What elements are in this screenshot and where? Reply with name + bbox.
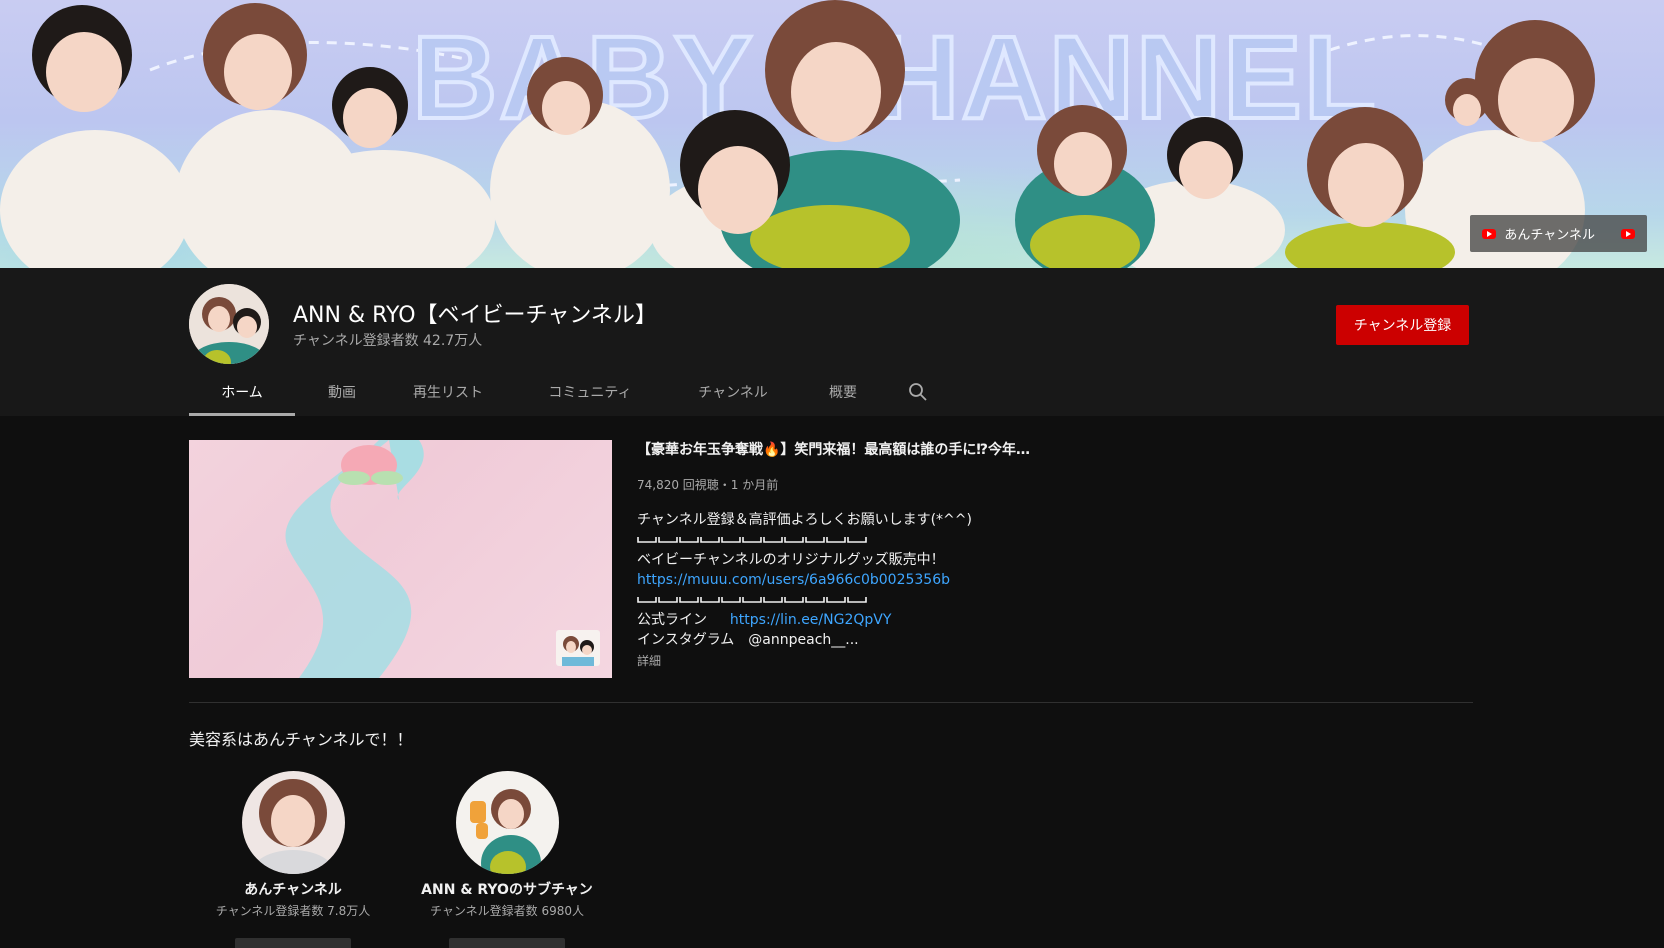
description-divider: [637, 530, 1437, 550]
thumbnail-artwork: [285, 440, 424, 678]
show-more-link[interactable]: 詳細: [637, 652, 1437, 670]
featured-channel-card[interactable]: ANN & RYOのサブチャン チャンネル登録者数 6980人: [400, 771, 614, 948]
channel-header: ANN & RYO【ベイビーチャンネル】 チャンネル登録者数 42.7万人 チャ…: [0, 268, 1664, 416]
featured-channel-avatar[interactable]: [241, 771, 345, 874]
search-icon: [909, 383, 927, 401]
channel-avatar-image: [189, 284, 269, 364]
featured-video-thumbnail[interactable]: [189, 440, 612, 678]
youtube-icon: [1482, 228, 1497, 239]
featured-channel-card[interactable]: あんチャンネル チャンネル登録者数 7.8万人: [186, 771, 400, 948]
youtube-icon: [1621, 228, 1635, 239]
tab-community[interactable]: コミュニティ: [507, 368, 673, 416]
description-line-instagram: インスタグラム @annpeach__...: [637, 632, 859, 648]
banner-chip-label: あんチャンネル: [1504, 228, 1595, 243]
merch-link[interactable]: https://muuu.com/users/6a966c0b0025356b: [637, 572, 950, 588]
channel-banner: BABY CHANNEL: [0, 0, 1664, 268]
featured-channel-subscribe-button[interactable]: [449, 938, 565, 948]
featured-channel-name[interactable]: あんチャンネル: [186, 880, 400, 900]
subscribe-button[interactable]: チャンネル登録: [1336, 305, 1469, 345]
description-line: チャンネル登録＆高評価よろしくお願いします(*^^): [637, 512, 972, 528]
featured-channel-subs: チャンネル登録者数 6980人: [430, 904, 584, 918]
channel-avatar-image: [455, 771, 559, 874]
channel-avatar-image: [241, 771, 345, 874]
line-link[interactable]: https://lin.ee/NG2QpVY: [730, 612, 892, 628]
featured-channel-subscribe-button[interactable]: [235, 938, 351, 948]
tab-about[interactable]: 概要: [793, 368, 893, 416]
description-divider: [637, 590, 1437, 610]
description-link-line: https://muuu.com/users/6a966c0b0025356b: [637, 570, 1437, 590]
line-label: 公式ライン: [637, 612, 707, 628]
channel-tabs: ホーム 動画 再生リスト コミュニティ チャンネル 概要: [189, 368, 943, 416]
banner-artwork: BABY CHANNEL: [0, 0, 1595, 268]
banner-link-chip[interactable]: あんチャンネル: [1470, 215, 1647, 252]
section-divider: [189, 702, 1473, 703]
featured-channel-subs: チャンネル登録者数 7.8万人: [215, 904, 371, 918]
featured-video-info: 【豪華お年玉争奪戦🔥】笑門来福！最高額は誰の手に⁉今年… 74,820 回視聴・…: [637, 440, 1437, 670]
tab-playlists[interactable]: 再生リスト: [389, 368, 507, 416]
channel-title: ANN & RYO【ベイビーチャンネル】: [293, 303, 657, 328]
featured-video-meta: 74,820 回視聴・1 か月前: [637, 478, 779, 492]
featured-channel-avatar[interactable]: [455, 771, 559, 874]
thumbnail-channel-mark: [556, 630, 600, 666]
divider-glyphs: [637, 537, 867, 543]
featured-channels-title: 美容系はあんチャンネルで！！: [189, 730, 413, 749]
description-line-official: 公式ライン https://lin.ee/NG2QpVY: [637, 610, 1437, 630]
thumbnail-corner-image: [562, 636, 594, 666]
subscriber-count: チャンネル登録者数 42.7万人: [293, 333, 483, 349]
featured-channel-name[interactable]: ANN & RYOのサブチャン: [400, 880, 614, 900]
channel-avatar[interactable]: [189, 284, 269, 364]
divider-glyphs: [637, 597, 867, 603]
tab-home[interactable]: ホーム: [189, 368, 295, 416]
description-line: ベイビーチャンネルのオリジナルグッズ販売中！: [637, 552, 945, 568]
featured-video-title[interactable]: 【豪華お年玉争奪戦🔥】笑門来福！最高額は誰の手に⁉今年…: [637, 440, 1437, 460]
tab-videos[interactable]: 動画: [295, 368, 389, 416]
channel-search-button[interactable]: [893, 368, 943, 416]
tab-channels[interactable]: チャンネル: [673, 368, 793, 416]
